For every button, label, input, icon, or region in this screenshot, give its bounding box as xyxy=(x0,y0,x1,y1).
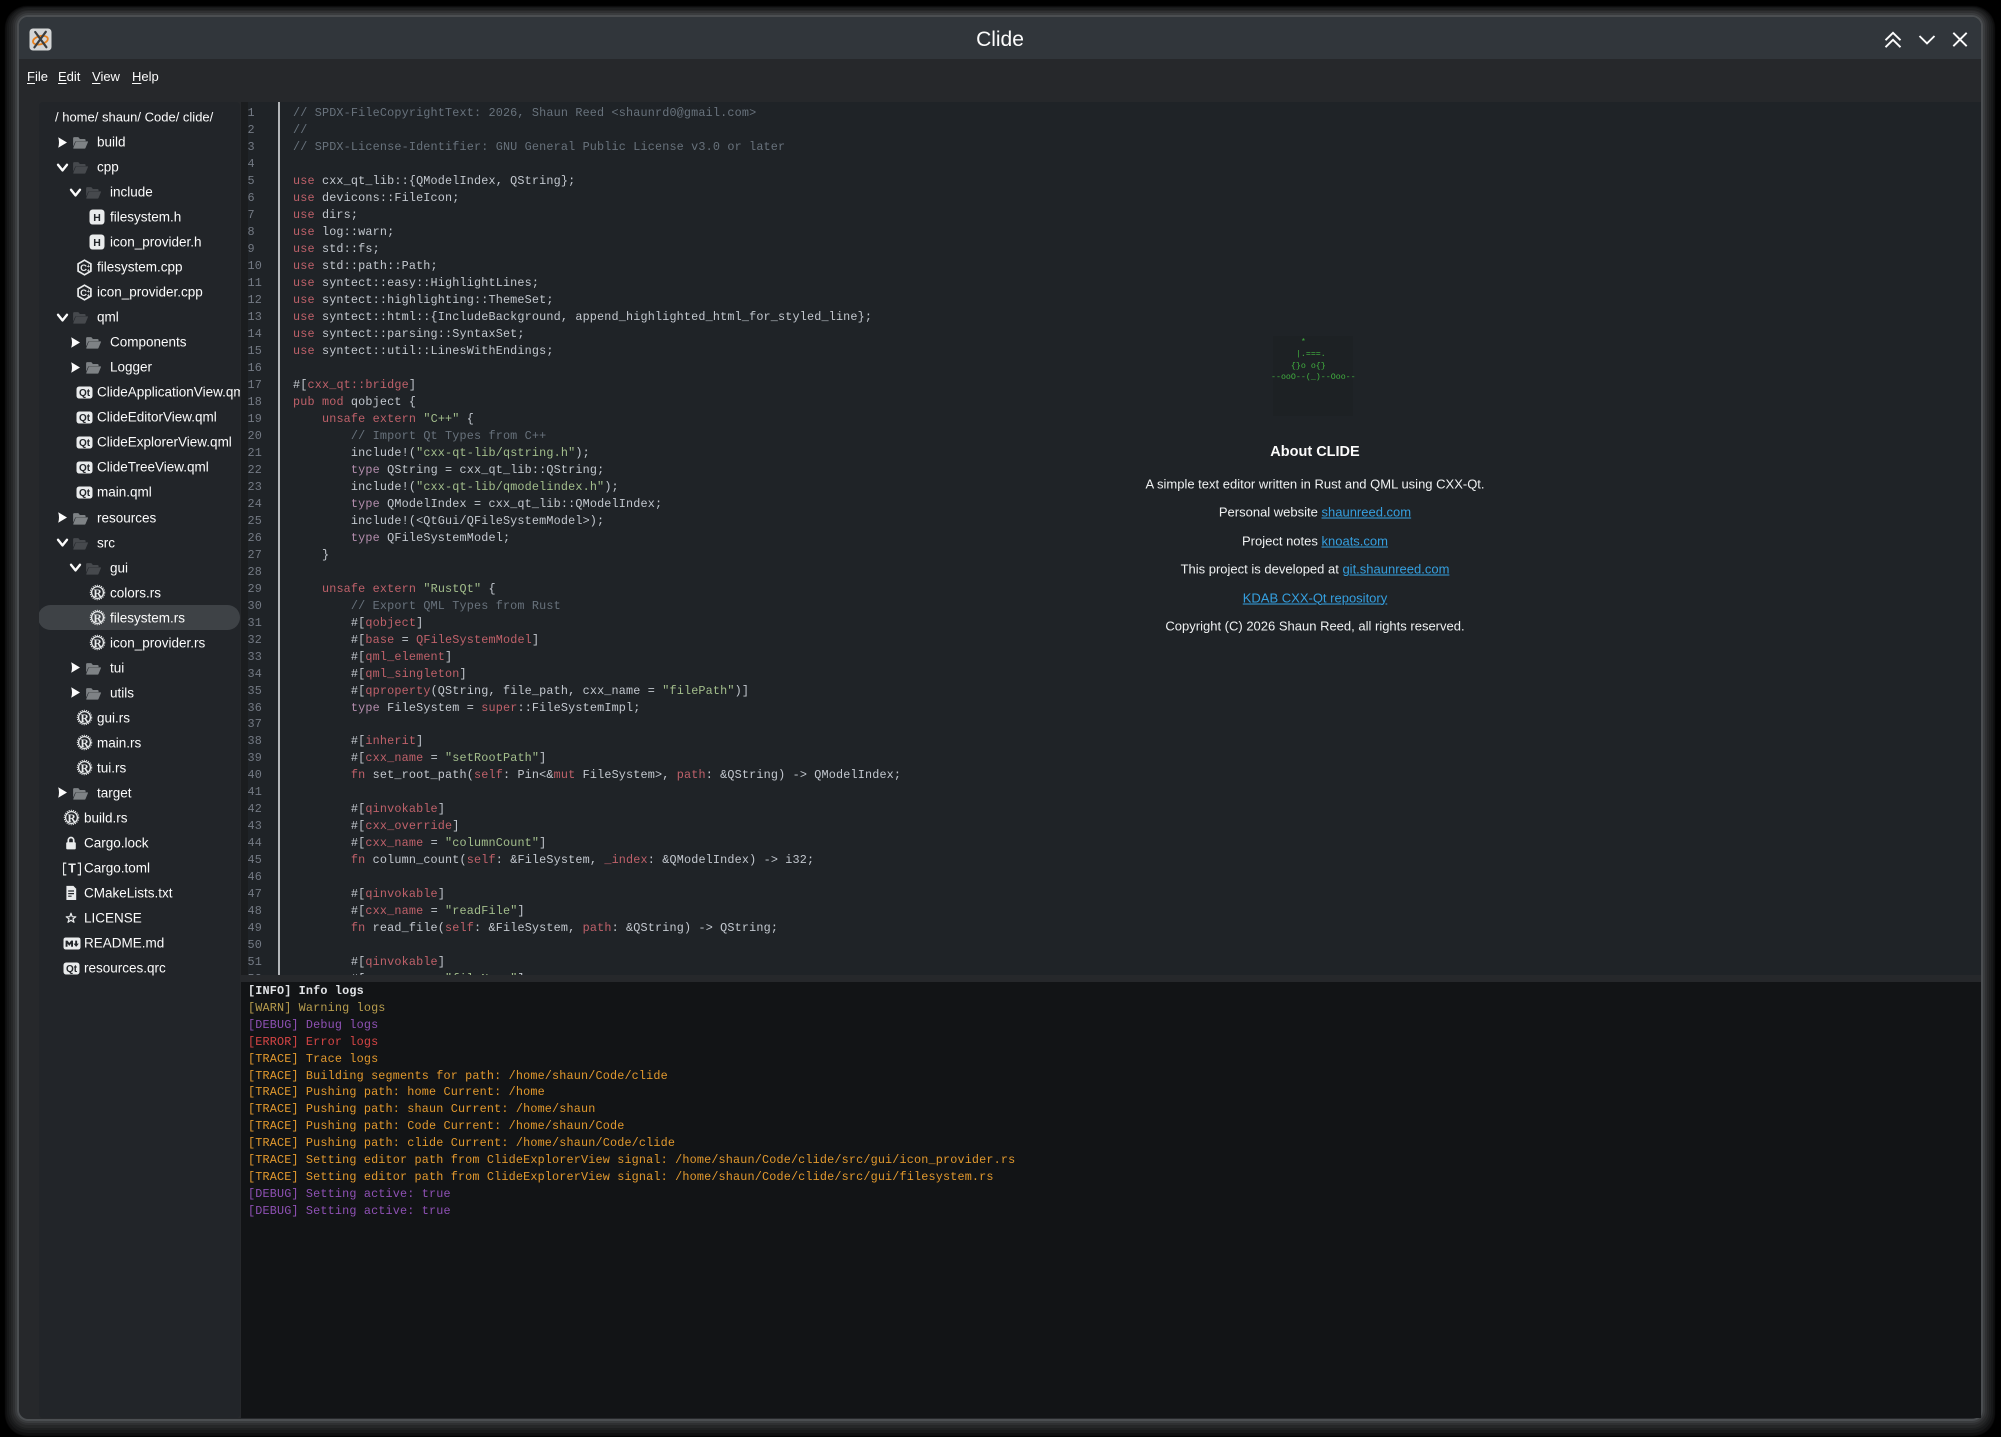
svg-text:[T]: [T] xyxy=(63,862,81,875)
svg-text:Qt: Qt xyxy=(66,964,78,975)
svg-text:R: R xyxy=(93,613,102,625)
svg-text:Qt: Qt xyxy=(79,388,91,399)
svg-text:R: R xyxy=(80,713,89,725)
svg-text:R: R xyxy=(93,588,102,600)
svg-text:R: R xyxy=(67,813,76,825)
svg-text:Qt: Qt xyxy=(79,488,91,499)
svg-text:Qt: Qt xyxy=(79,413,91,424)
svg-text:+: + xyxy=(87,293,90,299)
svg-text:R: R xyxy=(80,763,89,775)
svg-text:H: H xyxy=(93,212,101,224)
svg-text:H: H xyxy=(93,237,101,249)
svg-text:R: R xyxy=(80,738,89,750)
svg-text:Qt: Qt xyxy=(79,463,91,474)
svg-text:+: + xyxy=(87,268,90,274)
svg-text:R: R xyxy=(93,638,102,650)
svg-text:Qt: Qt xyxy=(79,438,91,449)
